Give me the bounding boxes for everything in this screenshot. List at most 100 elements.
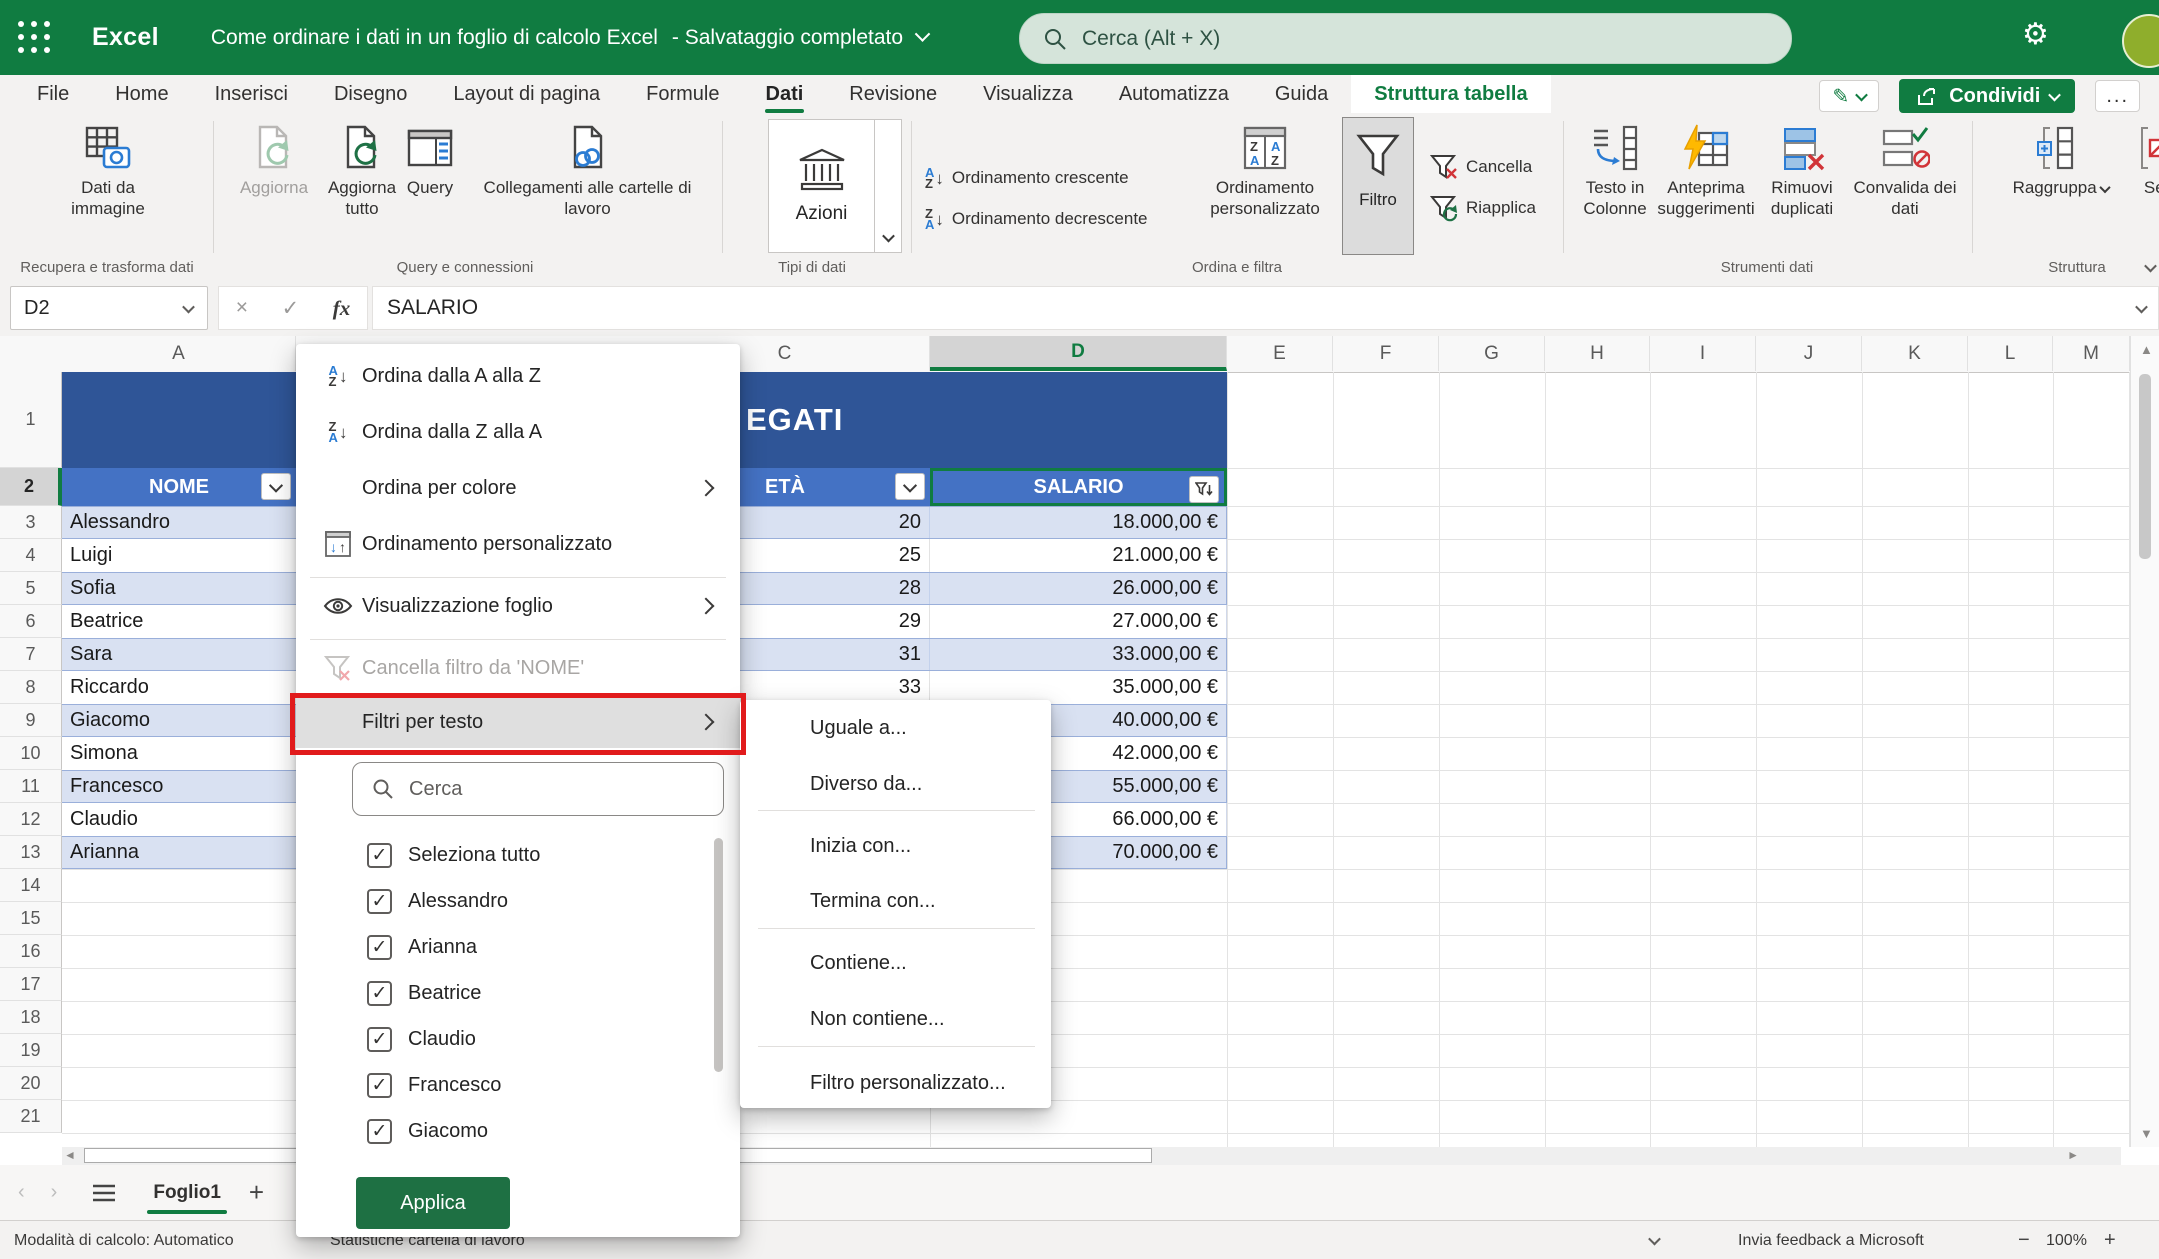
cell-nome[interactable]: Alessandro: [70, 507, 170, 538]
filter-checkbox-giacomo[interactable]: ✓Giacomo: [296, 1108, 740, 1154]
submenu-item-uguale-a[interactable]: Uguale a...: [740, 703, 1051, 753]
column-header-J[interactable]: J: [1756, 336, 1862, 371]
flash-fill-button[interactable]: Anteprima suggerimenti: [1658, 123, 1754, 219]
tab-disegno[interactable]: Disegno: [311, 75, 430, 113]
column-header-D[interactable]: D: [930, 336, 1227, 371]
share-button[interactable]: Condividi: [1899, 79, 2075, 113]
menu-item-sheet-view[interactable]: Visualizzazione foglio: [296, 579, 740, 633]
cell-salario[interactable]: 26.000,00 €: [930, 573, 1227, 604]
tab-visualizza[interactable]: Visualizza: [960, 75, 1096, 113]
cancel-entry-icon[interactable]: ×: [236, 296, 248, 320]
more-ribbon-options-button[interactable]: ...: [2095, 80, 2140, 112]
submenu-item-diverso-da[interactable]: Diverso da...: [740, 759, 1051, 809]
column-header-H[interactable]: H: [1545, 336, 1650, 371]
cell-nome[interactable]: Sara: [70, 639, 112, 670]
filter-checkbox-seleziona-tutto[interactable]: ✓Seleziona tutto: [296, 832, 740, 878]
row-header-15[interactable]: 15: [0, 902, 62, 935]
clear-filter-button[interactable]: Cancella: [1430, 153, 1532, 181]
submenu-item-filtro-personalizzato[interactable]: Filtro personalizzato...: [740, 1058, 1051, 1108]
row-header-14[interactable]: 14: [0, 869, 62, 902]
confirm-entry-icon[interactable]: ✓: [282, 296, 300, 321]
filter-checkbox-beatrice[interactable]: ✓Beatrice: [296, 970, 740, 1016]
sheet-tab-foglio1[interactable]: Foglio1: [147, 1165, 227, 1220]
tab-home[interactable]: Home: [92, 75, 191, 113]
column-filter-button[interactable]: [261, 473, 291, 500]
menu-item-custom-sort[interactable]: ↓↑Ordinamento personalizzato: [296, 517, 740, 571]
apply-filter-button[interactable]: Applica: [356, 1177, 510, 1229]
row-header-3[interactable]: 3: [0, 506, 62, 539]
row-header-20[interactable]: 20: [0, 1067, 62, 1100]
row-header-12[interactable]: 12: [0, 803, 62, 836]
row-header-1[interactable]: 1: [0, 372, 62, 468]
data-from-image-button[interactable]: Dati da immagine: [43, 123, 173, 219]
row-header-10[interactable]: 10: [0, 737, 62, 770]
workbook-links-button[interactable]: Collegamenti alle cartelle di lavoro: [460, 123, 715, 219]
row-header-11[interactable]: 11: [0, 770, 62, 803]
row-header-7[interactable]: 7: [0, 638, 62, 671]
checkbox-icon[interactable]: ✓: [367, 889, 392, 914]
column-header-E[interactable]: E: [1227, 336, 1333, 371]
app-launcher-icon[interactable]: [18, 21, 52, 55]
zoom-in-icon[interactable]: +: [2104, 1229, 2116, 1252]
data-validation-button[interactable]: Convalida dei dati: [1846, 123, 1964, 219]
cell-nome[interactable]: Arianna: [70, 837, 139, 868]
row-header-5[interactable]: 5: [0, 572, 62, 605]
vertical-scroll-thumb[interactable]: [2139, 374, 2151, 559]
filter-checkbox-francesco[interactable]: ✓Francesco: [296, 1062, 740, 1108]
row-header-9[interactable]: 9: [0, 704, 62, 737]
filter-checkbox-claudio[interactable]: ✓Claudio: [296, 1016, 740, 1062]
user-avatar[interactable]: [2122, 14, 2159, 68]
cell-nome[interactable]: Giacomo: [70, 705, 150, 736]
tab-automatizza[interactable]: Automatizza: [1096, 75, 1252, 113]
filter-checkbox-arianna[interactable]: ✓Arianna: [296, 924, 740, 970]
row-header-8[interactable]: 8: [0, 671, 62, 704]
cell-salario[interactable]: 18.000,00 €: [930, 507, 1227, 538]
tab-formule[interactable]: Formule: [623, 75, 742, 113]
cell-nome[interactable]: Luigi: [70, 539, 112, 572]
app-name[interactable]: Excel: [92, 23, 159, 52]
submenu-item-contiene[interactable]: Contiene...: [740, 938, 1051, 988]
checkbox-icon[interactable]: ✓: [367, 1073, 392, 1098]
column-header-A[interactable]: A: [62, 336, 296, 371]
row-header-13[interactable]: 13: [0, 836, 62, 869]
column-header-L[interactable]: L: [1968, 336, 2053, 371]
tab-guida[interactable]: Guida: [1252, 75, 1351, 113]
salario-filter-sort-button[interactable]: [1189, 476, 1219, 503]
menu-item-sort-za[interactable]: ZA↓Ordina dalla Z alla A: [296, 405, 740, 459]
cell-nome[interactable]: Sofia: [70, 573, 116, 604]
row-header-16[interactable]: 16: [0, 935, 62, 968]
cell-nome[interactable]: Simona: [70, 737, 138, 770]
checkbox-icon[interactable]: ✓: [367, 981, 392, 1006]
ungroup-button[interactable]: Sep: [2124, 123, 2159, 198]
next-sheet-icon[interactable]: ›: [51, 1181, 58, 1204]
row-header-18[interactable]: 18: [0, 1001, 62, 1034]
sheet-list-icon[interactable]: [91, 1182, 117, 1204]
filter-list-scrollbar[interactable]: [714, 838, 723, 1072]
ribbon-collapse-chevron[interactable]: [2144, 260, 2157, 273]
checkbox-icon[interactable]: ✓: [367, 843, 392, 868]
status-chevron-icon[interactable]: [1648, 1233, 1661, 1246]
remove-duplicates-button[interactable]: Rimuovi duplicati: [1758, 123, 1846, 219]
cell-salario[interactable]: 27.000,00 €: [930, 605, 1227, 638]
zoom-out-icon[interactable]: −: [2018, 1229, 2030, 1252]
custom-sort-button[interactable]: ZA AZ Ordinamento personalizzato: [1190, 123, 1340, 219]
checkbox-icon[interactable]: ✓: [367, 1119, 392, 1144]
tab-struttura-tabella[interactable]: Struttura tabella: [1351, 75, 1550, 113]
row-header-6[interactable]: 6: [0, 605, 62, 638]
filter-checkbox-alessandro[interactable]: ✓Alessandro: [296, 878, 740, 924]
prev-sheet-icon[interactable]: ‹: [18, 1181, 25, 1204]
scroll-right-icon[interactable]: ►: [2067, 1148, 2079, 1162]
column-header-K[interactable]: K: [1862, 336, 1968, 371]
cell-salario[interactable]: 33.000,00 €: [930, 639, 1227, 670]
draw-pen-button[interactable]: ✎: [1819, 80, 1879, 112]
menu-item-sort-az[interactable]: AZ↓Ordina dalla A alla Z: [296, 349, 740, 403]
document-title[interactable]: Come ordinare i dati in un foglio di cal…: [211, 26, 928, 50]
feedback-link[interactable]: Invia feedback a Microsoft: [1738, 1232, 1924, 1250]
actions-chevron[interactable]: [874, 120, 901, 252]
insert-function-icon[interactable]: fx: [333, 296, 351, 321]
checkbox-icon[interactable]: ✓: [367, 935, 392, 960]
tab-dati[interactable]: Dati: [743, 75, 827, 113]
submenu-item-inizia-con[interactable]: Inizia con...: [740, 821, 1051, 871]
query-button[interactable]: Query: [398, 123, 462, 198]
column-filter-button[interactable]: [895, 473, 925, 500]
